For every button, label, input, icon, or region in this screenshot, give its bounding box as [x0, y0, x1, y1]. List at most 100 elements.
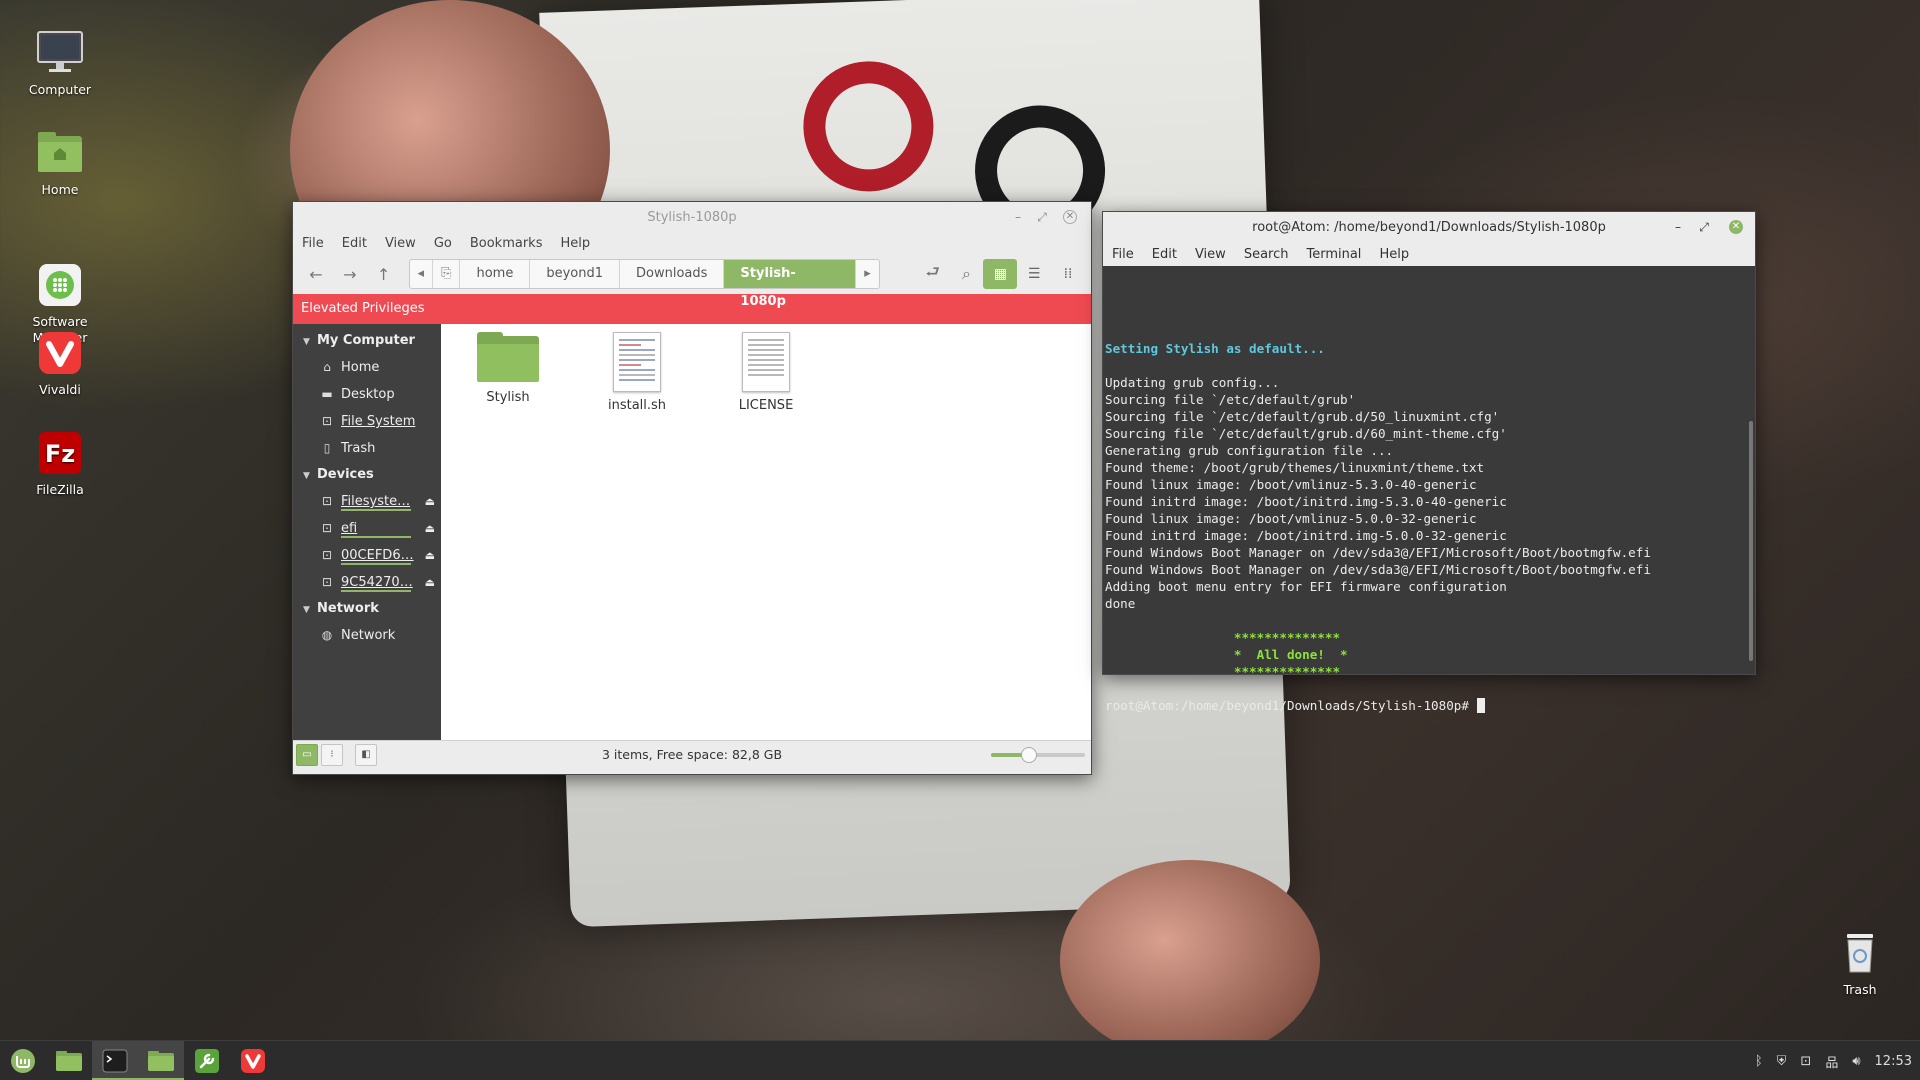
drive-icon: ⊡ — [321, 548, 333, 562]
sidebar-item-9c54270[interactable]: ⊡ 9C54270… ⏏ — [293, 569, 441, 596]
terminal-line: * All done! * — [1105, 647, 1348, 662]
zoom-slider[interactable] — [991, 746, 1085, 763]
desktop-icon-label: Trash — [1843, 982, 1877, 997]
tools-icon — [195, 1048, 219, 1073]
breadcrumb-left-arrow[interactable]: ◂ — [410, 260, 434, 288]
drive-icon: ⊡ — [321, 414, 333, 428]
sidebar-item-home[interactable]: ⌂ Home — [293, 354, 441, 381]
terminal-titlebar[interactable]: root@Atom: /home/beyond1/Downloads/Styli… — [1103, 212, 1755, 242]
terminal-output[interactable]: Setting Stylish as default... Updating g… — [1103, 266, 1755, 713]
network-icon[interactable]: 品 — [1825, 1052, 1838, 1071]
script-file-icon — [613, 332, 661, 392]
close-button[interactable]: ✕ — [1729, 220, 1743, 234]
open-terminal-icon[interactable]: ⮐ — [916, 259, 950, 289]
menu-view[interactable]: View — [1186, 247, 1235, 262]
sidebar-heading-devices[interactable]: ▼ Devices — [293, 462, 441, 488]
menu-view[interactable]: View — [376, 236, 425, 251]
desktop-icon-label: FileZilla — [36, 482, 84, 497]
taskbar-terminal[interactable] — [92, 1040, 138, 1080]
eject-icon[interactable]: ⏏ — [425, 488, 435, 515]
taskbar-files[interactable] — [138, 1040, 184, 1080]
maximize-button[interactable]: ⤢ — [1035, 210, 1049, 224]
file-name: install.sh — [607, 398, 667, 413]
sidebar-item-desktop[interactable]: ▬ Desktop — [293, 381, 441, 408]
vivaldi-icon — [241, 1048, 265, 1073]
menu-file[interactable]: File — [1103, 247, 1143, 262]
sidebar-item-file-system[interactable]: ⊡ File System — [293, 408, 441, 435]
fm-toolbar: ← → ↑ ◂ ⎘ home beyond1 Downloads Stylish… — [293, 254, 1091, 309]
desktop-icon-computer[interactable]: Computer — [10, 28, 110, 98]
breadcrumb-stylish-1080p[interactable]: Stylish-1080p — [724, 260, 857, 309]
file-item-stylish[interactable]: Stylish — [458, 332, 558, 405]
close-button[interactable]: ✕ — [1063, 210, 1077, 224]
usage-bar — [341, 563, 411, 565]
taskbar-vivaldi[interactable] — [230, 1041, 276, 1080]
update-shield-icon[interactable]: ⛨ — [1777, 1054, 1787, 1069]
menu-file[interactable]: File — [293, 236, 333, 251]
minimize-button[interactable]: – — [1671, 220, 1685, 234]
sidebar-item-filesystem-device[interactable]: ⊡ Filesyste… ⏏ — [293, 488, 441, 515]
bluetooth-icon[interactable]: ᛒ — [1755, 1054, 1763, 1069]
sidebar-item-00cefd6[interactable]: ⊡ 00CEFD6… ⏏ — [293, 542, 441, 569]
breadcrumb-right-arrow[interactable]: ▸ — [856, 260, 879, 288]
trash-can-icon — [1835, 928, 1885, 978]
menu-search[interactable]: Search — [1235, 247, 1298, 262]
sidebar-item-network[interactable]: ◍ Network — [293, 622, 441, 649]
terminal-scrollbar[interactable] — [1749, 421, 1753, 661]
icon-view-button[interactable]: ▦ — [983, 259, 1018, 289]
up-arrow-icon[interactable]: ↑ — [367, 259, 401, 289]
breadcrumb-home[interactable]: home — [460, 260, 531, 288]
eject-icon[interactable]: ⏏ — [425, 515, 435, 542]
desktop-icon-label: Home — [41, 182, 79, 197]
terminal-line: Sourcing file `/etc/default/grub.d/50_li… — [1105, 409, 1500, 424]
menu-help[interactable]: Help — [1370, 247, 1418, 262]
sidebar-heading-network[interactable]: ▼ Network — [293, 596, 441, 622]
zoom-slider-handle[interactable] — [1020, 746, 1037, 763]
forward-arrow-icon[interactable]: → — [333, 259, 367, 289]
fm-statusbar: ▭ ⁝ ◧ 3 items, Free space: 82,8 GB — [293, 740, 1091, 768]
expand-triangle-icon: ▼ — [303, 471, 310, 481]
menu-edit[interactable]: Edit — [333, 236, 376, 251]
maximize-button[interactable]: ⤢ — [1697, 220, 1711, 234]
file-item-license[interactable]: LICENSE — [716, 332, 816, 413]
desktop-icon-label: Vivaldi — [39, 382, 81, 397]
search-icon[interactable]: ⌕ — [950, 259, 984, 289]
trash-icon: ▯ — [323, 441, 331, 455]
breadcrumb-downloads[interactable]: Downloads — [620, 260, 725, 288]
menu-help[interactable]: Help — [551, 236, 599, 251]
terminal-prompt[interactable]: root@Atom:/home/beyond1/Downloads/Stylis… — [1105, 697, 1753, 714]
clock[interactable]: 12:53 — [1875, 1054, 1912, 1069]
breadcrumb-toggle-icon[interactable]: ⎘ — [433, 260, 461, 288]
terminal-line: Found linux image: /boot/vmlinuz-5.0.0-3… — [1105, 511, 1477, 526]
desktop-icon-filezilla[interactable]: Fz FileZilla — [10, 428, 110, 498]
menu-bookmarks[interactable]: Bookmarks — [461, 236, 552, 251]
minimize-button[interactable]: – — [1011, 210, 1025, 224]
terminal-line: Setting Stylish as default... — [1105, 341, 1325, 356]
sidebar-item-efi[interactable]: ⊡ efi ⏏ — [293, 515, 441, 542]
list-view-button[interactable]: ☰ — [1017, 259, 1051, 289]
fm-content-area[interactable]: Stylish install.sh LICENSE — [441, 324, 1091, 740]
menu-terminal[interactable]: Terminal — [1297, 247, 1370, 262]
show-desktop-button[interactable] — [46, 1041, 92, 1080]
eject-icon[interactable]: ⏏ — [425, 542, 435, 569]
eject-icon[interactable]: ⏏ — [425, 569, 435, 596]
compact-view-button[interactable]: ⁞⁞ — [1051, 259, 1085, 289]
drive-icon[interactable]: ⊡ — [1800, 1054, 1811, 1069]
file-item-install-sh[interactable]: install.sh — [587, 332, 687, 413]
sidebar-item-trash[interactable]: ▯ Trash — [293, 435, 441, 462]
sidebar-heading-my-computer[interactable]: ▼ My Computer — [293, 328, 441, 354]
desktop-icon-vivaldi[interactable]: Vivaldi — [10, 328, 110, 398]
fm-titlebar[interactable]: Stylish-1080p – ⤢ ✕ — [293, 202, 1091, 232]
mint-menu-button[interactable] — [0, 1041, 46, 1080]
menu-edit[interactable]: Edit — [1143, 247, 1186, 262]
menu-go[interactable]: Go — [425, 236, 461, 251]
terminal-line: Found initrd image: /boot/initrd.img-5.0… — [1105, 528, 1507, 543]
breadcrumb-beyond1[interactable]: beyond1 — [530, 260, 620, 288]
desktop-icon-trash[interactable]: Trash — [1810, 928, 1910, 998]
drive-icon: ⊡ — [321, 494, 333, 508]
taskbar-tools[interactable] — [184, 1041, 230, 1080]
desktop-icon-home[interactable]: Home — [10, 128, 110, 198]
volume-icon[interactable]: 🔊︎ — [1852, 1054, 1860, 1069]
back-arrow-icon[interactable]: ← — [299, 259, 333, 289]
elevated-privileges-banner: Elevated Privileges — [293, 294, 1091, 324]
